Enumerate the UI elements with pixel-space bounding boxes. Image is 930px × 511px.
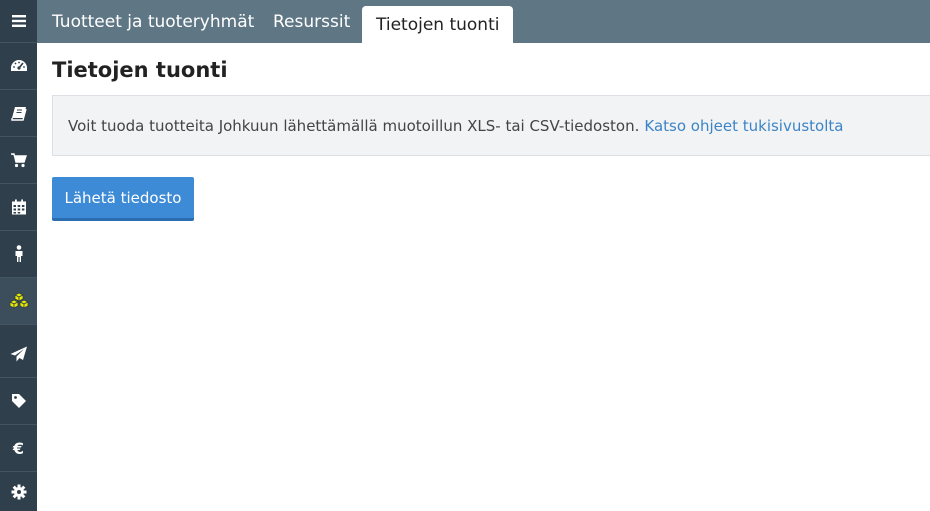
sidebar-item-finance[interactable]: €	[0, 425, 37, 472]
sidebar-item-cart[interactable]	[0, 137, 37, 184]
sidebar-item-settings[interactable]	[0, 472, 37, 511]
calendar-icon	[11, 199, 26, 215]
dashboard-icon	[10, 60, 27, 71]
info-box: Voit tuoda tuotteita Johkuun lähettämäll…	[52, 95, 930, 156]
sidebar: €	[0, 0, 37, 511]
top-tab-bar: Tuotteet ja tuoteryhmät Resurssit Tietoj…	[37, 0, 930, 43]
sidebar-item-calendar[interactable]	[0, 184, 37, 231]
menu-button[interactable]	[0, 0, 37, 43]
page-title: Tietojen tuonti	[52, 58, 228, 82]
cart-icon	[10, 152, 27, 167]
sidebar-item-dashboard[interactable]	[0, 43, 37, 90]
tab-data-import[interactable]: Tietojen tuonti	[362, 6, 514, 43]
tab-label: Tietojen tuonti	[376, 14, 500, 35]
tab-label: Resurssit	[273, 11, 351, 32]
sidebar-item-tag[interactable]	[0, 378, 37, 425]
tab-label: Tuotteet ja tuoteryhmät	[52, 11, 255, 32]
tab-products[interactable]: Tuotteet ja tuoteryhmät	[52, 0, 254, 43]
tag-icon	[11, 394, 26, 408]
cubes-icon	[8, 292, 29, 309]
sidebar-item-book[interactable]	[0, 90, 37, 137]
menu-icon	[11, 15, 26, 27]
sidebar-item-person[interactable]	[0, 231, 37, 278]
book-icon	[10, 106, 27, 121]
sidebar-item-send[interactable]	[0, 331, 37, 378]
euro-icon: €	[12, 438, 25, 458]
support-link[interactable]: Katso ohjeet tukisivustolta	[644, 117, 843, 135]
send-icon	[10, 346, 27, 362]
tab-resources[interactable]: Resurssit	[273, 0, 350, 43]
gear-icon	[11, 484, 26, 499]
info-text: Voit tuoda tuotteita Johkuun lähettämäll…	[68, 116, 640, 135]
person-icon	[15, 245, 22, 262]
sidebar-item-products[interactable]	[0, 278, 37, 325]
upload-file-button[interactable]: Lähetä tiedosto	[52, 177, 194, 221]
